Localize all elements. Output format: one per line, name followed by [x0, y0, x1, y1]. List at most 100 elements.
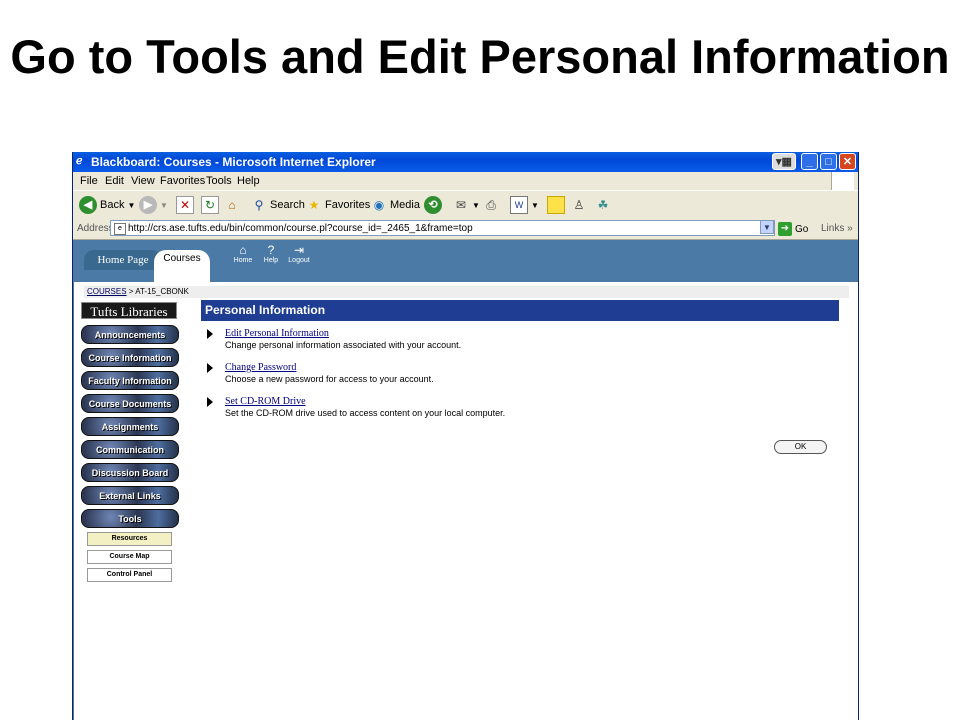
back-button[interactable]: ◀ Back ▼ — [79, 195, 135, 215]
triangle-bullet-icon — [207, 363, 213, 373]
home-icon: ⌂ — [228, 198, 236, 212]
chevron-down-icon: ▼ — [127, 200, 136, 210]
toolbar-toggle-icon[interactable]: ▾▦ — [772, 153, 796, 170]
contacts-button[interactable]: ☘ — [595, 195, 611, 215]
header-logout-label: Logout — [288, 257, 310, 264]
edit-button[interactable]: W ▼ — [510, 195, 539, 215]
favorites-star-icon: ★ — [308, 198, 320, 212]
title-bar[interactable]: ℯ Blackboard: Courses - Microsoft Intern… — [73, 152, 858, 172]
tools-course-map-button[interactable]: Course Map — [87, 550, 172, 564]
nav-course-documents[interactable]: Course Documents — [81, 394, 179, 413]
favorites-label: Favorites — [325, 199, 371, 211]
tab-home-page[interactable]: Home Page — [84, 250, 162, 270]
address-bar: Address e http://crs.ase.tufts.edu/bin/c… — [73, 219, 858, 240]
nav-announcements[interactable]: Announcements — [81, 325, 179, 344]
nav-tools[interactable]: Tools — [81, 509, 179, 528]
messenger-button[interactable]: ♙ — [571, 195, 587, 215]
word-edit-icon: W — [510, 196, 528, 214]
chevron-down-icon: ▼ — [472, 200, 480, 210]
links-button[interactable]: Links » — [821, 223, 853, 234]
menu-edit[interactable]: Edit — [105, 175, 124, 187]
header-help-link[interactable]: ? Help — [259, 243, 283, 264]
back-label: Back — [100, 199, 125, 211]
windows-logo-icon — [831, 172, 854, 190]
stop-button[interactable]: ✕ — [176, 195, 194, 215]
search-label: Search — [270, 199, 305, 211]
history-icon: ⟲ — [424, 196, 442, 214]
contacts-icon: ☘ — [597, 198, 609, 212]
personal-information-header: Personal Information — [201, 300, 839, 321]
header-logout-link[interactable]: ⇥ Logout — [287, 243, 311, 264]
ok-button[interactable]: OK — [774, 440, 827, 454]
note-icon — [547, 196, 565, 214]
breadcrumb-current: > AT-15_CBONK — [126, 287, 189, 296]
blackboard-body: COURSES > AT-15_CBONK Tufts Libraries An… — [73, 282, 858, 720]
nav-faculty-information[interactable]: Faculty Information — [81, 371, 179, 390]
breadcrumb-courses-link[interactable]: COURSES — [87, 287, 127, 296]
change-password-desc: Choose a new password for access to your… — [225, 374, 434, 384]
minimize-button[interactable]: _ — [801, 153, 818, 170]
help-icon: ? — [267, 243, 275, 257]
nav-external-links[interactable]: External Links — [81, 486, 179, 505]
tab-courses[interactable]: Courses — [154, 250, 210, 282]
discuss-button[interactable] — [547, 195, 565, 215]
browser-window: ℯ Blackboard: Courses - Microsoft Intern… — [72, 152, 859, 720]
search-button[interactable]: ⚲ Search — [251, 195, 305, 215]
slide-title: Go to Tools and Edit Personal Informatio… — [10, 30, 950, 83]
triangle-bullet-icon — [207, 397, 213, 407]
print-button[interactable]: ⎙ — [483, 195, 499, 215]
header-home-label: Home — [233, 257, 253, 264]
edit-personal-information-link[interactable]: Edit Personal Information — [225, 328, 329, 339]
maximize-button[interactable]: □ — [820, 153, 837, 170]
home-button[interactable]: ⌂ — [224, 195, 240, 215]
set-cd-rom-drive-link[interactable]: Set CD-ROM Drive — [225, 396, 306, 407]
close-button[interactable]: ✕ — [839, 153, 856, 170]
nav-communication[interactable]: Communication — [81, 440, 179, 459]
media-button[interactable]: ◉ Media — [371, 195, 420, 215]
breadcrumb: COURSES > AT-15_CBONK — [84, 286, 849, 298]
favorites-button[interactable]: ★ Favorites — [306, 195, 371, 215]
nav-course-information[interactable]: Course Information — [81, 348, 179, 367]
window-title: Blackboard: Courses - Microsoft Internet… — [91, 155, 376, 169]
menu-view[interactable]: View — [131, 175, 155, 187]
triangle-bullet-icon — [207, 329, 213, 339]
back-arrow-icon: ◀ — [79, 196, 97, 214]
refresh-icon: ↻ — [201, 196, 219, 214]
print-icon: ⎙ — [486, 198, 496, 212]
go-label: Go — [795, 223, 809, 235]
go-arrow-icon: ➜ — [778, 222, 792, 236]
menu-bar: File Edit View Favorites Tools Help — [73, 172, 858, 190]
forward-button[interactable]: ▶ ▼ — [139, 195, 168, 215]
mail-icon: ✉ — [455, 198, 467, 212]
nav-discussion-board[interactable]: Discussion Board — [81, 463, 179, 482]
menu-file[interactable]: File — [80, 175, 98, 187]
tools-resources-button[interactable]: Resources — [87, 532, 172, 546]
search-icon: ⚲ — [254, 198, 264, 212]
menu-favorites[interactable]: Favorites — [160, 175, 205, 187]
change-password-link[interactable]: Change Password — [225, 362, 296, 373]
media-icon: ◉ — [373, 198, 385, 212]
menu-help[interactable]: Help — [237, 175, 260, 187]
page-content: Home Page Courses ⌂ Home ? Help ⇥ Logout — [73, 240, 858, 720]
tools-control-panel-button[interactable]: Control Panel — [87, 568, 172, 582]
history-button[interactable]: ⟲ — [424, 195, 442, 215]
page-icon: e — [114, 223, 126, 235]
internet-explorer-icon: ℯ — [76, 155, 83, 167]
links-label: Links — [821, 223, 845, 234]
chevron-down-icon: ▼ — [531, 200, 539, 210]
go-button[interactable]: ➜ Go — [778, 222, 808, 236]
logout-icon: ⇥ — [293, 243, 305, 257]
address-input[interactable]: e http://crs.ase.tufts.edu/bin/common/co… — [110, 220, 775, 236]
edit-personal-information-desc: Change personal information associated w… — [225, 340, 462, 350]
chevron-down-icon: ▼ — [160, 200, 168, 210]
menu-tools[interactable]: Tools — [206, 175, 232, 187]
mail-button[interactable]: ✉ ▼ — [453, 195, 480, 215]
nav-assignments[interactable]: Assignments — [81, 417, 179, 436]
standard-toolbar: ◀ Back ▼ ▶ ▼ ✕ ↻ ⌂ ⚲ Search ★ Favorites … — [73, 190, 858, 220]
messenger-person-icon: ♙ — [573, 198, 585, 212]
tufts-libraries-logo[interactable]: Tufts Libraries — [81, 302, 177, 319]
address-dropdown-icon[interactable]: ▼ — [760, 220, 774, 234]
address-label: Address — [77, 223, 114, 234]
header-home-link[interactable]: ⌂ Home — [231, 243, 255, 264]
refresh-button[interactable]: ↻ — [201, 195, 219, 215]
